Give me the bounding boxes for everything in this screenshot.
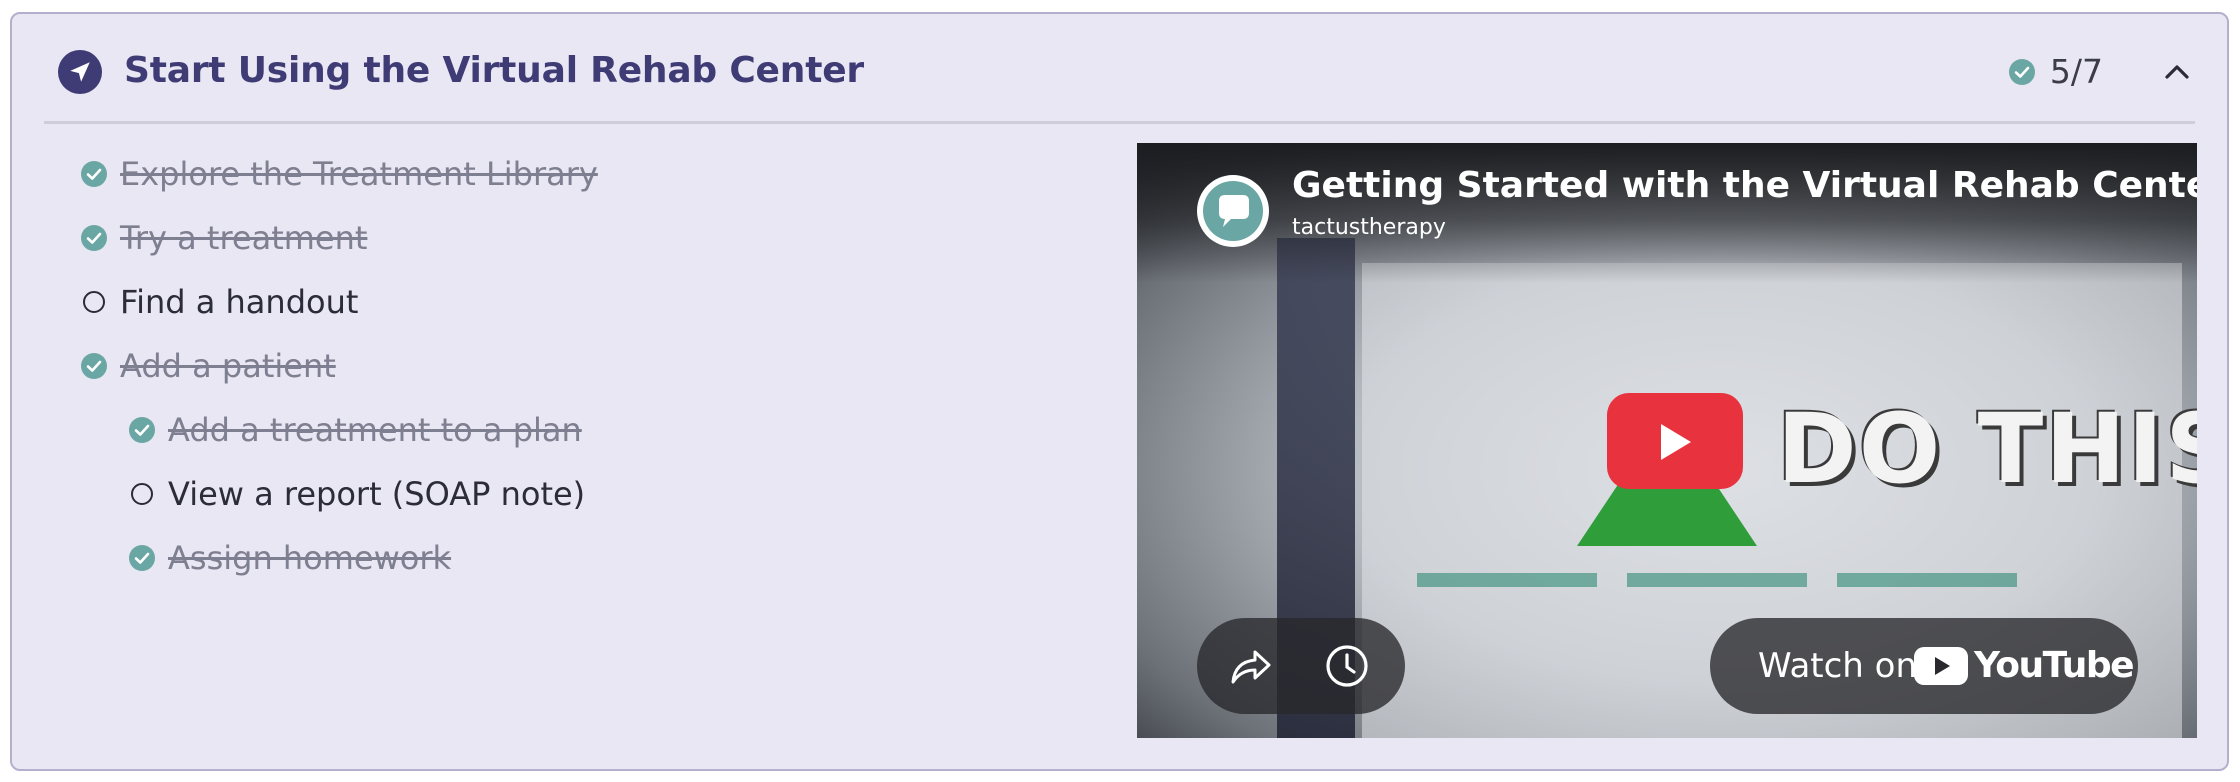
rocket-icon <box>58 50 102 94</box>
task-label: Find a handout <box>120 283 359 321</box>
task-item[interactable]: View a report (SOAP note) <box>128 470 585 518</box>
task-label: Assign homework <box>168 539 452 577</box>
channel-name[interactable]: tactustherapy <box>1292 215 1446 240</box>
thumbnail-strip <box>1417 573 1597 587</box>
onboarding-card: Start Using the Virtual Rehab Center 5/7… <box>10 12 2229 771</box>
check-circle-icon <box>81 161 107 187</box>
play-icon <box>1661 424 1691 460</box>
task-label: Add a patient <box>120 347 336 385</box>
share-icon <box>1231 650 1271 684</box>
task-item[interactable]: Explore the Treatment Library <box>80 150 598 198</box>
card-header: Start Using the Virtual Rehab Center 5/7 <box>44 14 2195 124</box>
task-label: Try a treatment <box>120 219 368 257</box>
collapse-button[interactable] <box>2159 54 2195 90</box>
task-label: Add a treatment to a plan <box>168 411 582 449</box>
task-item[interactable]: Try a treatment <box>80 214 367 262</box>
clock-icon <box>1326 645 1368 687</box>
video-title[interactable]: Getting Started with the Virtual Rehab C… <box>1292 165 2197 206</box>
task-label: View a report (SOAP note) <box>168 475 586 513</box>
video-embed[interactable]: DO THIS Getting Started with the Virtual… <box>1137 143 2197 738</box>
chevron-up-icon <box>2165 65 2189 79</box>
check-circle-icon <box>129 545 155 571</box>
video-top-shade <box>1137 143 2197 283</box>
watch-on-youtube-button[interactable]: Watch on YouTube <box>1710 618 2138 714</box>
share-button[interactable] <box>1227 642 1275 690</box>
empty-circle-icon <box>83 291 105 313</box>
watch-on-label: Watch on <box>1758 646 1918 686</box>
check-circle-icon <box>129 417 155 443</box>
check-circle-icon <box>81 225 107 251</box>
thumbnail-strip <box>1837 573 2017 587</box>
task-item[interactable]: Assign homework <box>128 534 451 582</box>
progress-indicator: 5/7 <box>2008 52 2103 91</box>
youtube-logo: YouTube <box>1914 645 2135 686</box>
task-item[interactable]: Add a treatment to a plan <box>128 406 582 454</box>
youtube-word: YouTube <box>1974 645 2135 686</box>
task-item[interactable]: Find a handout <box>80 278 358 326</box>
check-circle-icon <box>81 353 107 379</box>
play-button[interactable] <box>1607 393 1743 489</box>
speech-bubble-icon <box>1203 181 1263 241</box>
watch-later-button[interactable] <box>1323 642 1371 690</box>
card-title: Start Using the Virtual Rehab Center <box>124 50 864 91</box>
thumbnail-strip <box>1627 573 1807 587</box>
task-item[interactable]: Add a patient <box>80 342 336 390</box>
thumbnail-overlay-text: DO THIS <box>1777 393 2197 505</box>
task-label: Explore the Treatment Library <box>120 155 598 193</box>
progress-count: 5/7 <box>2049 52 2103 91</box>
video-actions <box>1197 618 1405 714</box>
check-circle-icon <box>2008 58 2035 85</box>
empty-circle-icon <box>131 483 153 505</box>
channel-avatar[interactable] <box>1197 175 1269 247</box>
youtube-logo-icon <box>1914 646 1968 685</box>
